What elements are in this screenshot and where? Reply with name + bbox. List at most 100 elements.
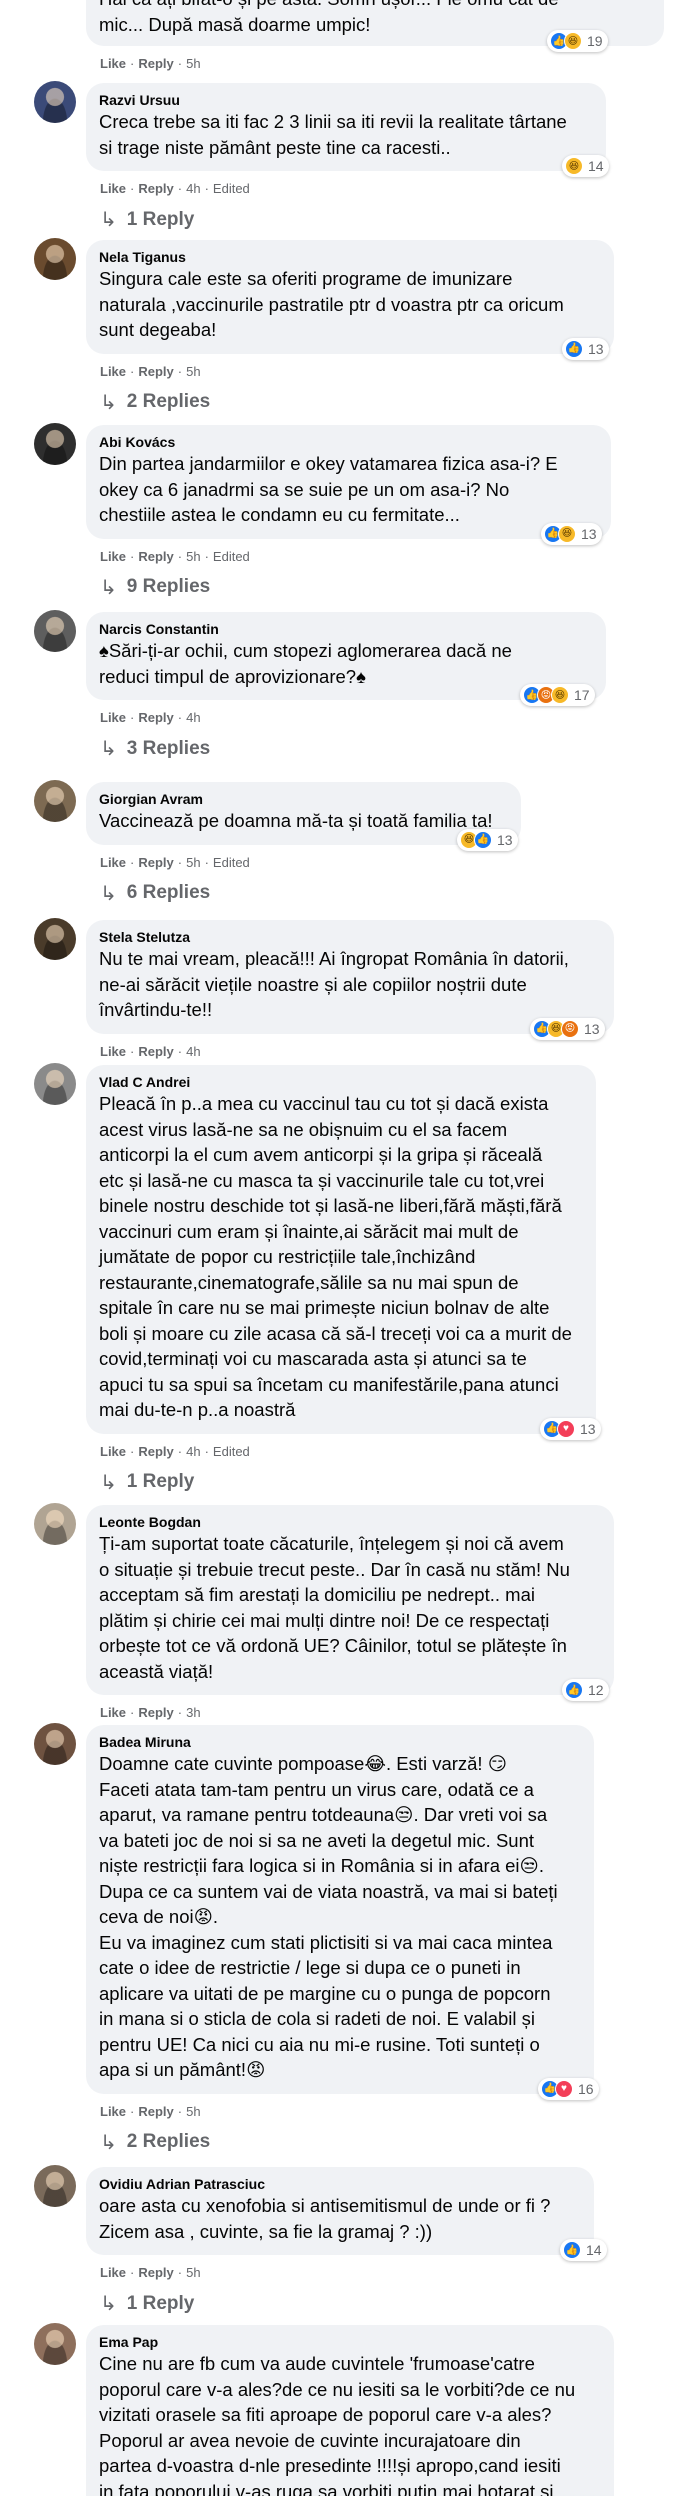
like-button[interactable]: Like: [100, 2104, 126, 2119]
avatar[interactable]: [34, 81, 76, 123]
reply-button[interactable]: Reply: [138, 1044, 173, 1059]
like-button[interactable]: Like: [100, 855, 126, 870]
comment-timestamp[interactable]: 4h: [186, 1444, 200, 1459]
commenter-name[interactable]: Giorgian Avram: [99, 790, 509, 808]
separator: ·: [177, 710, 183, 725]
like-button[interactable]: Like: [100, 549, 126, 564]
reply-button[interactable]: Reply: [138, 549, 173, 564]
edited-label[interactable]: Edited: [213, 855, 250, 870]
comment-timestamp[interactable]: 5h: [186, 855, 200, 870]
reply-button[interactable]: Reply: [138, 1444, 173, 1459]
reaction-count: 19: [587, 33, 603, 49]
reply-button[interactable]: Reply: [138, 2104, 173, 2119]
comment-timestamp[interactable]: 4h: [186, 181, 200, 196]
separator: ·: [130, 548, 135, 564]
like-button[interactable]: Like: [100, 181, 126, 196]
separator: ·: [177, 1043, 183, 1059]
view-replies-link[interactable]: ↳ 2 Replies: [100, 390, 210, 415]
view-replies-link[interactable]: ↳ 6 Replies: [100, 881, 210, 906]
comment: Nela Tiganus Singura cale este sa oferiti…: [0, 238, 699, 414]
comment-timestamp[interactable]: 3h: [186, 1705, 200, 1720]
comment-timestamp[interactable]: 4h: [186, 710, 200, 725]
reaction-summary[interactable]: 👍 12: [562, 1679, 609, 1701]
comment-bubble: Badea Miruna Doamne cate cuvinte pompoase…: [86, 1725, 594, 2094]
commenter-name[interactable]: Vlad C Andrei: [99, 1073, 584, 1091]
separator: ·: [130, 181, 135, 196]
like-button[interactable]: Like: [100, 1444, 126, 1459]
replies-count-label: 3 Replies: [126, 737, 211, 759]
avatar[interactable]: [34, 2165, 76, 2207]
comment-timestamp[interactable]: 4h: [186, 1044, 200, 1059]
reaction-summary[interactable]: 😆 👍 13: [457, 828, 518, 851]
reaction-summary[interactable]: 👍 😆 13: [541, 522, 602, 545]
reaction-summary[interactable]: 👍 13: [562, 337, 609, 360]
reply-button[interactable]: Reply: [138, 855, 173, 870]
avatar[interactable]: [34, 238, 76, 280]
like-button[interactable]: Like: [100, 1705, 126, 1720]
commenter-name[interactable]: Ovidiu Adrian Patrasciuc: [99, 2175, 582, 2193]
reaction-summary[interactable]: 👍 ♥ 13: [540, 1417, 601, 1440]
comment: Vlad C Andrei Pleacă în p..a mea cu vacci…: [0, 1063, 699, 1494]
comment-timestamp[interactable]: 5h: [186, 549, 200, 564]
like-button[interactable]: Like: [100, 1044, 126, 1059]
reply-button[interactable]: Reply: [138, 1705, 173, 1720]
commenter-name[interactable]: Abi Kovács: [99, 433, 599, 451]
reaction-summary[interactable]: 👍 😆 😡 13: [530, 1017, 605, 1040]
avatar[interactable]: [34, 2323, 76, 2365]
avatar[interactable]: [34, 780, 76, 822]
reply-button[interactable]: Reply: [138, 710, 173, 725]
love-reaction-icon: ♥: [555, 2079, 573, 2098]
commenter-name[interactable]: Razvi Ursuu: [99, 91, 594, 109]
separator: ·: [177, 2103, 183, 2119]
like-button[interactable]: Like: [100, 710, 126, 725]
comment-text-line: Nu te mai vream, pleacă!!! Ai îngropat R…: [99, 948, 569, 969]
reaction-summary[interactable]: 👍 😡 😆 17: [520, 684, 595, 706]
reaction-summary[interactable]: 👍 ♥ 16: [538, 2077, 599, 2100]
avatar[interactable]: [34, 1063, 76, 1105]
view-replies-link[interactable]: ↳ 1 Reply: [100, 2291, 194, 2316]
like-button[interactable]: Like: [100, 56, 126, 71]
edited-label[interactable]: Edited: [213, 181, 250, 196]
avatar[interactable]: [34, 610, 76, 652]
commenter-name[interactable]: Stela Stelutza: [99, 928, 602, 946]
reaction-summary[interactable]: 👍 14: [560, 2239, 607, 2261]
comment-timestamp[interactable]: 5h: [186, 2265, 200, 2280]
reply-button[interactable]: Reply: [138, 181, 173, 196]
view-replies-link[interactable]: ↳ 3 Replies: [100, 736, 210, 761]
avatar[interactable]: [34, 423, 76, 465]
reply-button[interactable]: Reply: [138, 2265, 173, 2280]
commenter-name[interactable]: Ema Pap: [99, 2333, 602, 2351]
edited-label[interactable]: Edited: [213, 549, 250, 564]
like-reaction-icon: 👍: [474, 830, 492, 849]
comment-text-line: okey ca 6 janadrmi sa se suie pe un om a…: [99, 478, 510, 500]
reaction-count: 14: [588, 158, 604, 174]
reaction-summary[interactable]: 😆 14: [562, 155, 609, 177]
view-replies-link[interactable]: ↳ 2 Replies: [100, 2130, 210, 2155]
reaction-summary[interactable]: 👍 😆 19: [547, 30, 608, 52]
comment-text-line: Doamne cate cuvinte pompoase😂. Esti varz…: [99, 1753, 508, 1774]
comment-text-line: boli și moare cu zile acasa că să-l trec…: [99, 1322, 572, 1344]
commenter-name[interactable]: Badea Miruna: [99, 1733, 582, 1751]
comment-text-line: oare asta cu xenofobia si antisemitismul…: [99, 2195, 551, 2216]
commenter-name[interactable]: Leonte Bogdan: [99, 1513, 602, 1531]
view-replies-link[interactable]: ↳ 1 Reply: [100, 207, 194, 232]
commenter-name[interactable]: Nela Tiganus: [99, 248, 602, 266]
separator: ·: [130, 1043, 135, 1059]
commenter-name[interactable]: Narcis Constantin: [99, 620, 594, 638]
view-replies-link[interactable]: ↳ 9 Replies: [100, 575, 210, 600]
replies-count-label: 1 Reply: [126, 208, 195, 230]
edited-label[interactable]: Edited: [213, 1444, 250, 1459]
comment-timestamp[interactable]: 5h: [186, 364, 200, 379]
reply-button[interactable]: Reply: [138, 364, 173, 379]
like-button[interactable]: Like: [100, 364, 126, 379]
view-replies-link[interactable]: ↳ 1 Reply: [100, 1470, 194, 1495]
avatar[interactable]: [34, 1723, 76, 1765]
comment-timestamp[interactable]: 5h: [186, 2104, 200, 2119]
like-button[interactable]: Like: [100, 2265, 126, 2280]
avatar[interactable]: [34, 918, 76, 960]
replies-count-label: 1 Reply: [126, 1471, 195, 1492]
comment-timestamp[interactable]: 5h: [186, 56, 200, 71]
reply-button[interactable]: Reply: [138, 56, 173, 71]
comment-text-line: anticorpi la el cum avem anticorpi și la…: [99, 1144, 543, 1165]
avatar[interactable]: [34, 1503, 76, 1545]
